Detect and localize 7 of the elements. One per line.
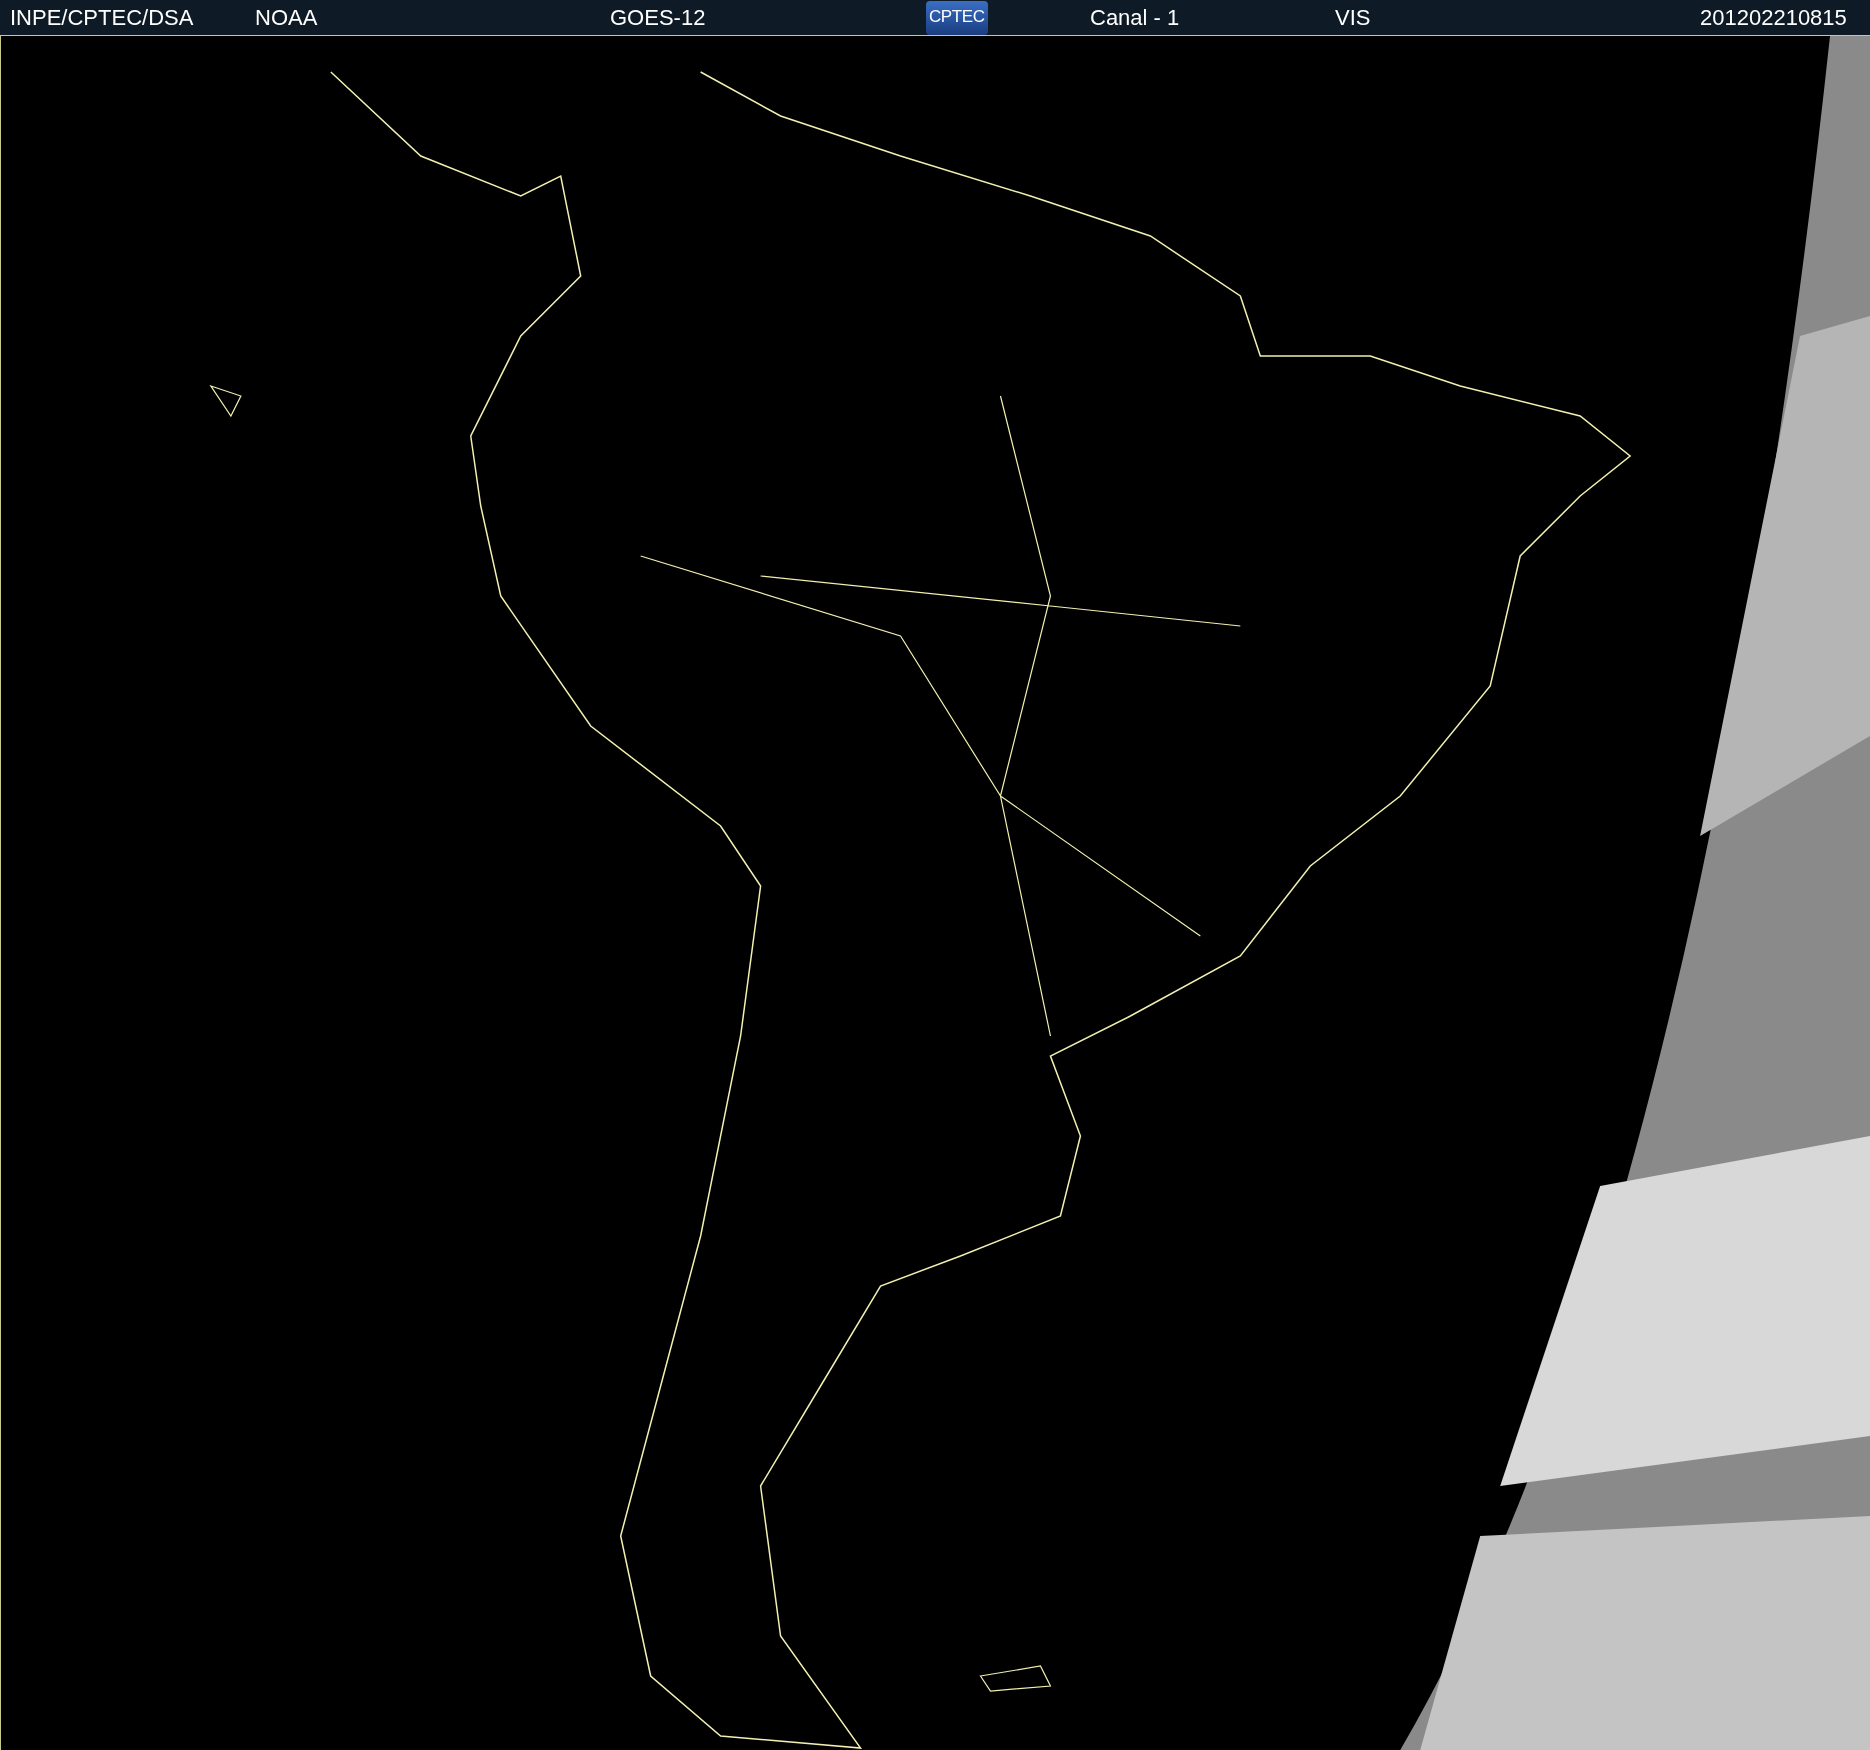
header-label: GOES-12 [610, 5, 706, 30]
logo: CPTEC [926, 0, 988, 35]
header-label: INPE/CPTEC/DSA [10, 5, 194, 30]
header-label: NOAA [255, 5, 318, 30]
header-label: Canal - 1 [1090, 5, 1180, 30]
header-label: 201202210815 [1700, 5, 1847, 30]
header-label: VIS [1335, 5, 1371, 30]
